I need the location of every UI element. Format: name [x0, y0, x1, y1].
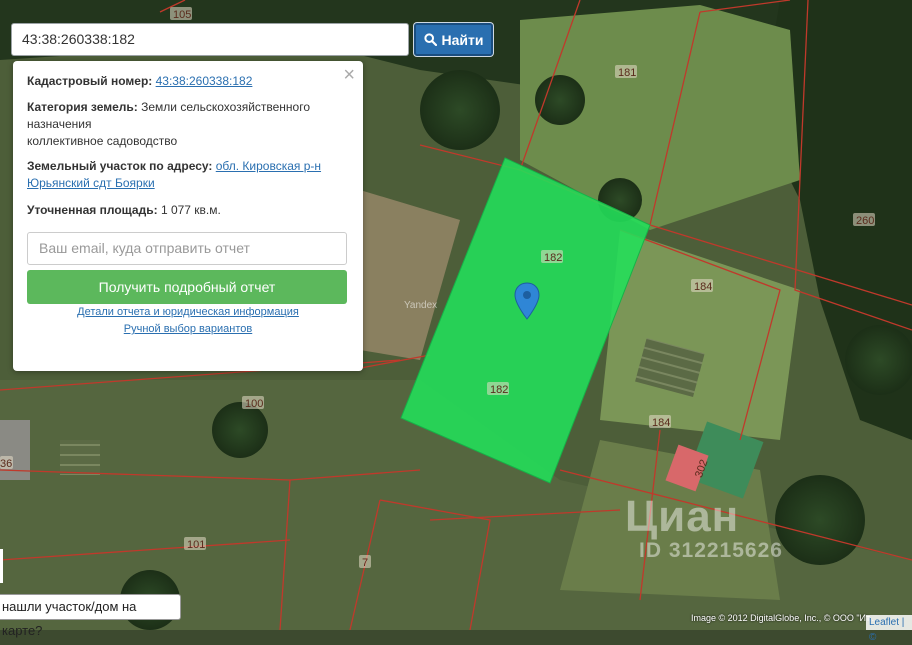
tree [845, 325, 912, 395]
search-button-label: Найти [441, 31, 484, 48]
land-category-row: Категория земель: Земли сельскохозяйстве… [27, 99, 349, 150]
land-category-value: Земли сельскохозяйственного [141, 100, 311, 114]
cadastral-search-input[interactable]: 43:38:260338:182 [11, 23, 409, 56]
address-label: Земельный участок по адресу: [27, 159, 213, 173]
plot-label-182-top: 182 [544, 252, 562, 264]
search-icon [423, 33, 437, 46]
yandex-watermark: Yandex [404, 300, 438, 311]
land-category-label: Категория земель: [27, 100, 138, 114]
address-link-2[interactable]: Юрьянский сдт Боярки [27, 176, 155, 190]
tree [212, 402, 268, 458]
manual-selection-link[interactable]: Ручной выбор вариантов [124, 323, 252, 335]
address-row: Земельный участок по адресу: обл. Кировс… [27, 158, 349, 192]
plot-label-7: 7 [362, 557, 368, 569]
garden-patch [60, 440, 100, 475]
area-row: Уточненная площадь: 1 077 кв.м. [27, 202, 349, 219]
close-icon[interactable]: × [343, 65, 355, 85]
land-category-usage: коллективное садоводство [27, 134, 178, 148]
plot-label-181: 181 [618, 67, 636, 79]
plot-label-184-top: 184 [694, 281, 712, 293]
cian-logo: Циан [625, 492, 740, 541]
land-category-value-2: назначения [27, 117, 92, 131]
report-details-link[interactable]: Детали отчета и юридическая информация [77, 306, 299, 318]
cadastral-number-label: Кадастровый номер: [27, 74, 153, 88]
tree [535, 75, 585, 125]
map-attribution: Image © 2012 DigitalGlobe, Inc., © OOO "… [691, 613, 877, 623]
cian-watermark: Циан ID 312215626 [625, 495, 783, 563]
found-plot-prompt-button[interactable]: нашли участок/дом на карте? [0, 594, 181, 638]
plot-label-260: 260 [856, 215, 874, 227]
address-link[interactable]: обл. Кировская р-н [216, 159, 321, 173]
plot-label-101: 101 [187, 539, 205, 551]
plot-label-182-bottom: 182 [490, 384, 508, 396]
leaflet-attribution-link[interactable]: Leaflet | © [866, 615, 912, 643]
plot-label-100: 100 [245, 398, 263, 410]
plot-label-36: 36 [0, 458, 12, 470]
email-field[interactable]: Ваш email, куда отправить отчет [27, 232, 347, 265]
cian-listing-id: ID 312215626 [639, 539, 783, 562]
plot-label-184-bottom: 184 [652, 417, 670, 429]
plot-info-popup: × Кадастровый номер: 43:38:260338:182 Ка… [13, 61, 363, 371]
left-edge-control [0, 549, 3, 583]
get-report-button[interactable]: Получить подробный отчет [27, 270, 347, 304]
tree [775, 475, 865, 565]
area-value: 1 077 кв.м. [160, 203, 221, 217]
cadastral-number-row: Кадастровый номер: 43:38:260338:182 [27, 73, 349, 90]
cadastral-number-link[interactable]: 43:38:260338:182 [156, 74, 253, 88]
plot-label-105: 105 [173, 9, 191, 21]
map-marker-icon[interactable] [514, 282, 540, 320]
search-button[interactable]: Найти [414, 23, 493, 56]
tree [420, 70, 500, 150]
area-label: Уточненная площадь: [27, 203, 158, 217]
